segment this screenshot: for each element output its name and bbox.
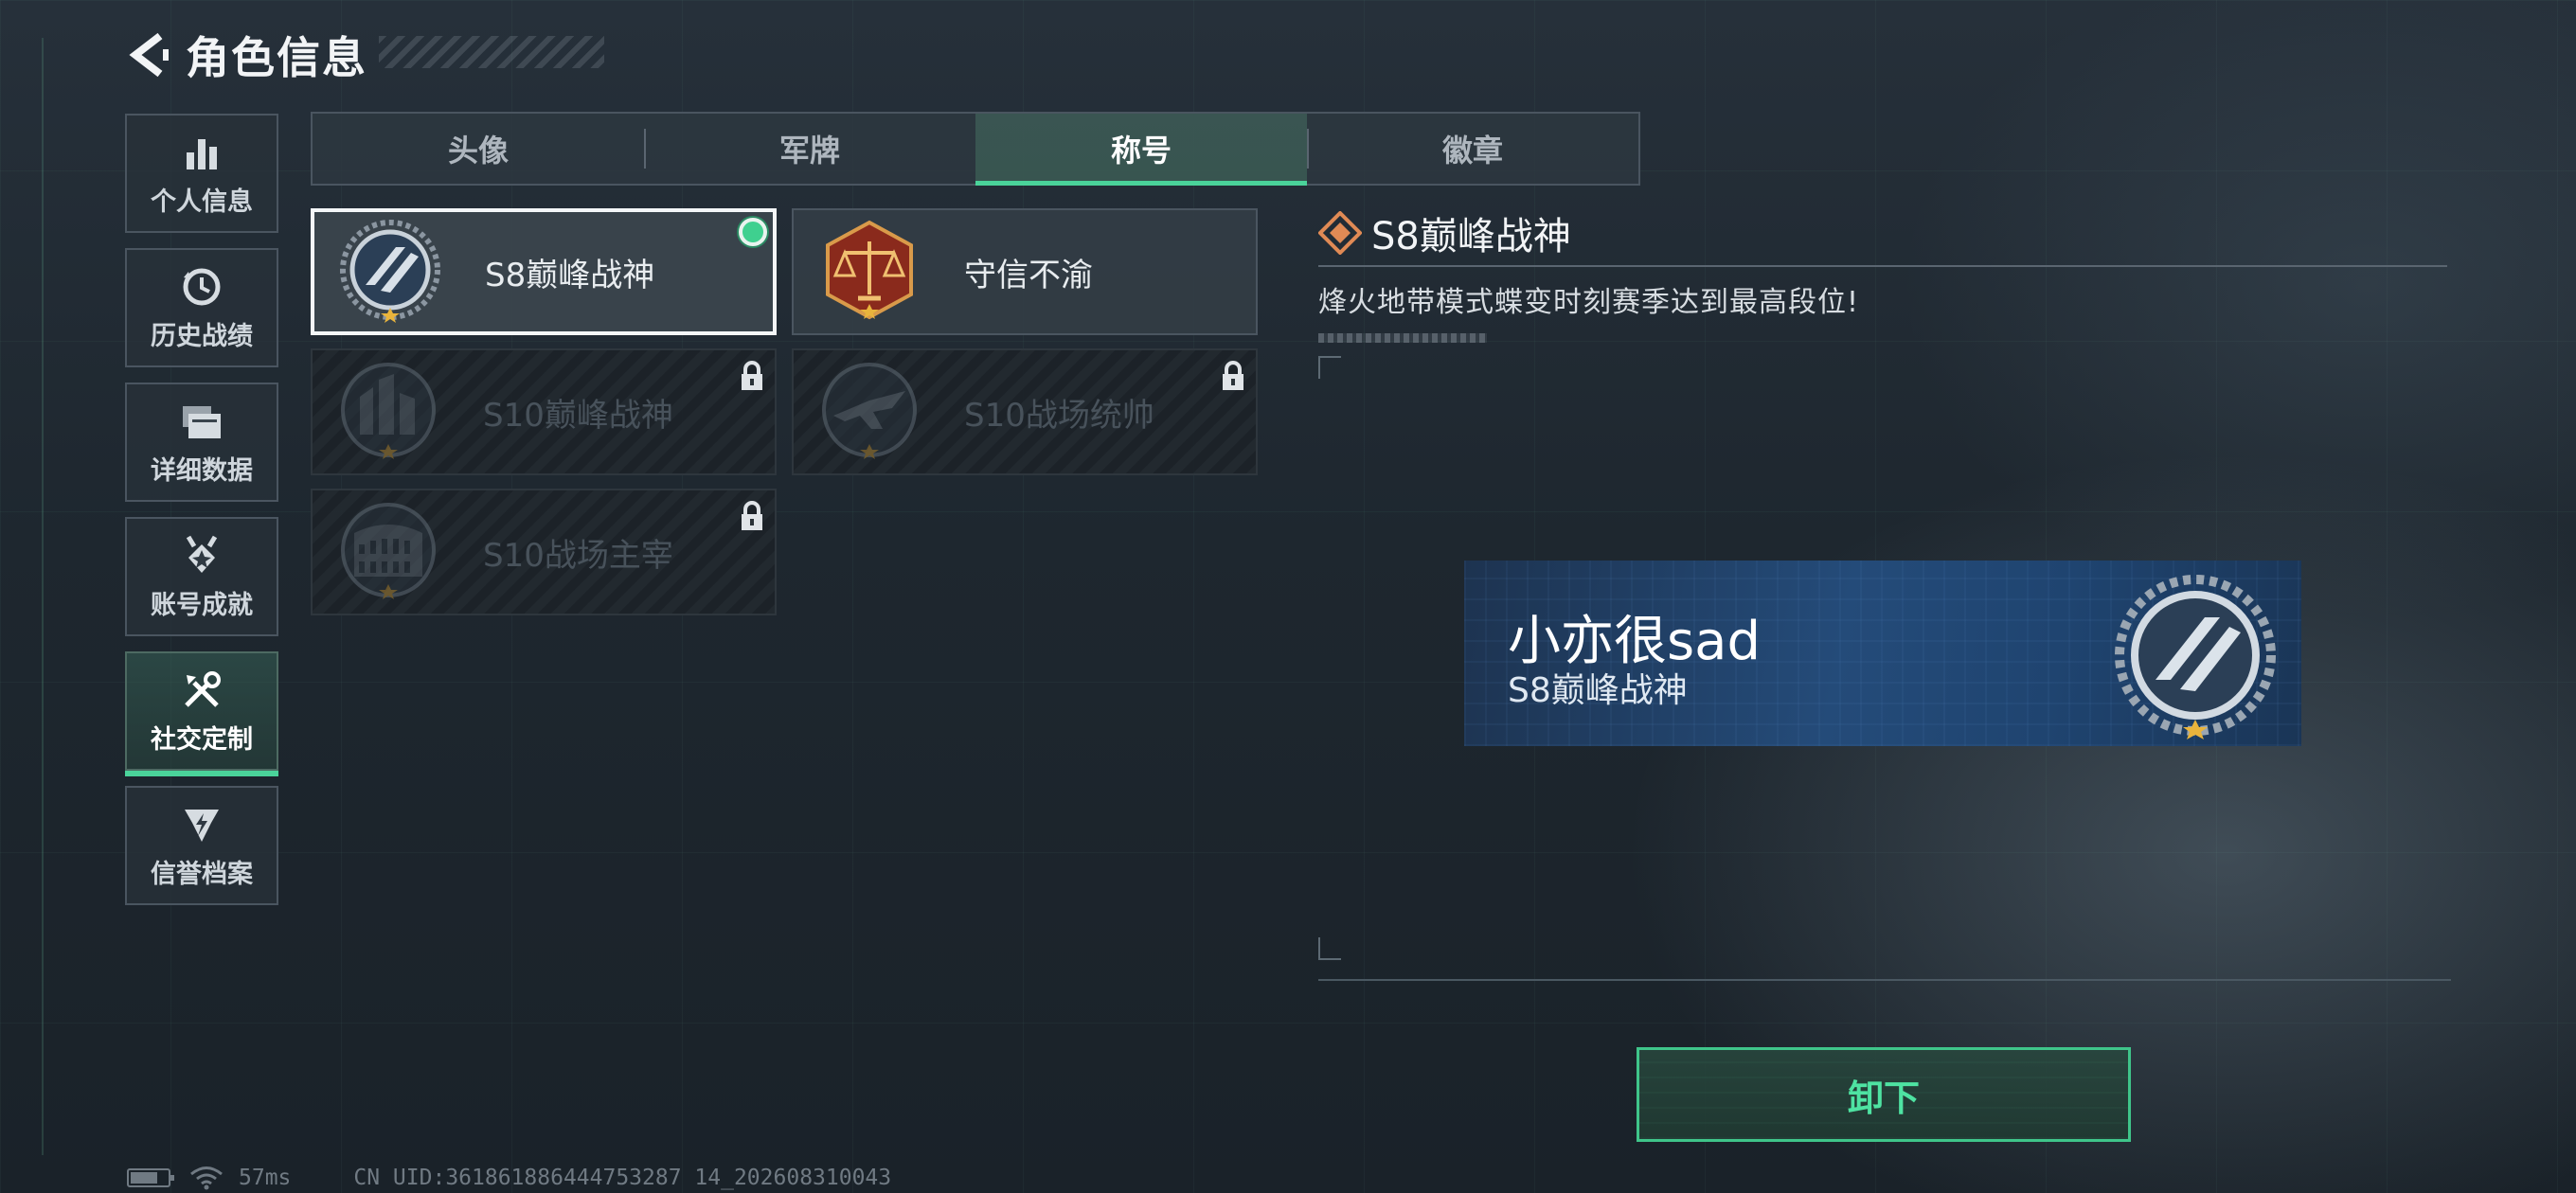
detail-title: S8巅峰战神: [1371, 215, 1571, 258]
unequip-button-label: 卸下: [1847, 1077, 1920, 1119]
tools-icon: [179, 668, 224, 713]
battery-icon: [127, 1168, 174, 1187]
title-card-name: S10战场统帅: [964, 396, 1154, 435]
sidebar-item-history[interactable]: 历史战绩: [125, 248, 278, 367]
title-card-s10-commander[interactable]: S10战场统帅: [792, 348, 1258, 475]
decor-line: [42, 38, 44, 1155]
lock-icon: [1223, 361, 1243, 390]
sidebar-item-label: 信誉档案: [151, 859, 253, 889]
sidebar-item-label: 个人信息: [151, 187, 253, 217]
credit-shield-icon: [179, 802, 224, 847]
wifi-icon: [190, 1166, 223, 1190]
divider: [1318, 979, 2451, 981]
title-card-s8-peak[interactable]: S8巅峰战神: [311, 208, 777, 335]
sidebar-item-label: 社交定制: [151, 724, 253, 755]
tab-avatar[interactable]: 头像: [313, 114, 644, 184]
back-arrow-icon: [129, 32, 169, 78]
fighter-jet-emblem: [822, 363, 917, 459]
bar-chart-icon: [179, 130, 224, 175]
sidebar-item-details[interactable]: 详细数据: [125, 383, 278, 502]
lock-icon: [742, 361, 762, 390]
frame-corner: [1318, 356, 1341, 379]
sidebar-item-label: 账号成就: [151, 590, 253, 620]
sidebar: 个人信息 历史战绩 详细数据 账号成就 社交定制 信誉档案: [125, 114, 278, 920]
history-clock-icon: [179, 264, 224, 310]
title-card-name: S8巅峰战神: [485, 256, 655, 294]
colosseum-emblem: [341, 503, 436, 599]
title-card-trustworthy[interactable]: 守信不渝: [792, 208, 1258, 335]
sidebar-item-label: 历史战绩: [151, 321, 253, 351]
uid-text: CN UID:361861886444753287 14_20260831004…: [353, 1166, 892, 1190]
page-title: 角色信息: [186, 32, 367, 83]
ruins-emblem: [341, 363, 436, 459]
nameplate-preview: 小亦很sad S8巅峰战神: [1464, 561, 2301, 746]
title-card-s10-dominator[interactable]: S10战场主宰: [311, 489, 777, 615]
divider: [1318, 265, 2447, 267]
detail-header: S8巅峰战神: [1318, 206, 2447, 259]
scales-of-justice-emblem: [826, 220, 913, 320]
tab-badge[interactable]: 徽章: [1307, 114, 1638, 184]
sidebar-item-credit[interactable]: 信誉档案: [125, 786, 278, 905]
sidebar-item-achievements[interactable]: 账号成就: [125, 517, 278, 636]
sidebar-item-label: 详细数据: [151, 455, 253, 486]
shield-stripes-emblem: [340, 220, 440, 323]
achievement-medal-icon: [179, 533, 224, 579]
shield-stripes-emblem: [2115, 575, 2276, 739]
tab-dog-tag[interactable]: 军牌: [644, 114, 975, 184]
unequip-button[interactable]: 卸下: [1637, 1047, 2131, 1142]
tab-bar: 头像 军牌 称号 徽章: [311, 112, 1640, 186]
title-card-s10-peak[interactable]: S10巅峰战神: [311, 348, 777, 475]
detail-description: 烽火地带模式蝶变时刻赛季达到最高段位!: [1318, 286, 1860, 319]
decor-bar: [1318, 333, 1487, 343]
nameplate-title: S8巅峰战神: [1508, 671, 1688, 710]
sidebar-item-social[interactable]: 社交定制: [125, 651, 278, 776]
equipped-indicator-icon: [739, 218, 767, 246]
title-detail: S8巅峰战神 烽火地带模式蝶变时刻赛季达到最高段位!: [1318, 206, 2447, 343]
title-card-name: S10巅峰战神: [483, 396, 673, 435]
back-button[interactable]: [125, 28, 172, 81]
folders-icon: [179, 399, 224, 444]
page-header: 角色信息: [125, 25, 367, 85]
frame-corner: [1318, 937, 1341, 960]
title-card-name: 守信不渝: [964, 256, 1093, 294]
diamond-icon: [1318, 211, 1362, 255]
tab-title[interactable]: 称号: [975, 114, 1307, 186]
title-card-name: S10战场主宰: [483, 536, 673, 575]
lock-icon: [742, 501, 762, 530]
ping-value: 57ms: [239, 1166, 292, 1190]
title-decoration: [379, 36, 604, 68]
sidebar-item-personal-info[interactable]: 个人信息: [125, 114, 278, 233]
status-bar: 57ms CN UID:361861886444753287 14_202608…: [127, 1165, 891, 1191]
